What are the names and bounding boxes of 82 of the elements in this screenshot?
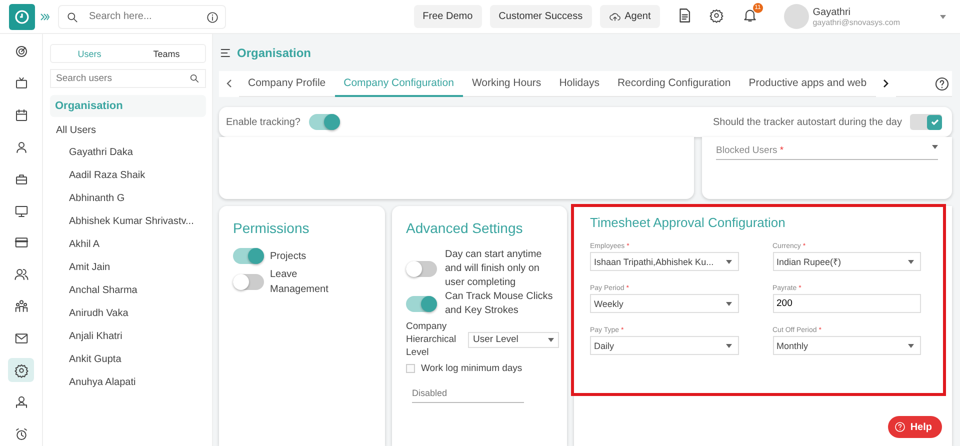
user-list-item[interactable]: Akhil A — [50, 233, 206, 256]
search-icon — [66, 10, 79, 24]
toggle-label: Day can start anytime and will finish only on user completing — [445, 248, 543, 290]
search-field[interactable]: Search here... — [58, 4, 226, 28]
toggle-switch[interactable] — [308, 114, 340, 130]
select-field[interactable]: Ishaan Tripathi,Abhishek Ku... — [590, 252, 738, 271]
user-list-item[interactable]: Ankit Gupta — [50, 348, 206, 371]
cloud-upload-icon — [608, 10, 621, 22]
toggle-label: Projects — [270, 250, 308, 264]
enable-tracking-label: Enable tracking? — [226, 116, 300, 128]
hierarchy-label: Company Hierarchical Level — [406, 320, 458, 359]
user-name: Gayathri — [812, 6, 852, 18]
settings-icon[interactable] — [708, 8, 724, 22]
card-title: Permissions — [233, 220, 310, 236]
tv-icon — [14, 76, 28, 92]
mail-icon — [14, 331, 28, 346]
caret-icon[interactable] — [940, 14, 946, 18]
chevron-left-icon — [226, 79, 232, 88]
user-list-item[interactable]: Aadil Raza Shaik — [50, 164, 206, 187]
help-button[interactable]: Help — [888, 416, 942, 438]
header-button[interactable]: Free Demo — [414, 5, 482, 28]
select-field[interactable]: Daily — [590, 336, 738, 355]
briefcase-icon — [14, 172, 28, 187]
user-list-item[interactable]: Anjali Khatri — [50, 325, 206, 348]
user-email: gayathri@snovasys.com — [812, 18, 900, 26]
select-field[interactable]: Indian Rupee(₹) — [772, 252, 921, 271]
page-tab[interactable]: Recording Configuration — [608, 70, 740, 96]
panel-tab[interactable]: Teams — [128, 45, 205, 62]
autostart-label: Should the tracker autostart during the day — [712, 116, 902, 128]
user-list-item[interactable]: Abhishek Kumar Shrivastv... — [50, 210, 206, 233]
blocked-users-field[interactable]: Blocked Users * — [716, 145, 938, 160]
payrate-field[interactable]: 200 — [772, 294, 921, 313]
person-icon — [14, 394, 28, 410]
calendar-icon — [14, 108, 28, 124]
card-title: Advanced Settings — [406, 220, 524, 236]
page-tab[interactable]: Company Profile — [239, 70, 335, 96]
info-icon[interactable] — [206, 10, 219, 24]
team-icon — [14, 299, 28, 314]
checkbox[interactable] — [406, 364, 415, 373]
user-list-item[interactable]: Gayathri Daka — [50, 141, 206, 164]
toggle-label: Leave Management — [270, 268, 330, 297]
select-field[interactable]: Weekly — [590, 294, 738, 313]
help-icon — [894, 421, 906, 433]
alarm-clock-icon — [14, 426, 28, 442]
page-title: Organisation — [237, 46, 312, 60]
page-tab[interactable]: Productive apps and web — [740, 70, 876, 96]
hierarchy-select[interactable]: User Level — [468, 332, 559, 348]
agent-button[interactable]: Agent — [600, 5, 660, 28]
card-icon — [14, 235, 28, 250]
autostart-checkbox[interactable] — [910, 114, 942, 130]
app-logo[interactable] — [9, 4, 35, 30]
page-tab[interactable]: Holidays — [550, 70, 608, 96]
toggle-label: Can Track Mouse Clicks and Key Strokes — [445, 290, 554, 318]
user-list-item[interactable]: Anchal Sharma — [50, 279, 206, 302]
select-field[interactable]: Monthly — [772, 336, 921, 355]
chevron-right-icon — [882, 79, 889, 88]
expand-icon[interactable] — [40, 12, 50, 20]
toggle-switch[interactable] — [233, 274, 264, 290]
nav-item[interactable] — [8, 358, 34, 382]
checkbox-label: Work log minimum days — [421, 363, 522, 374]
user-search-field[interactable]: Search users — [50, 69, 206, 88]
toggle-switch[interactable] — [406, 296, 437, 312]
page-tab[interactable]: Working Hours — [462, 70, 550, 96]
users-icon — [14, 267, 28, 282]
checkmark-icon — [930, 117, 940, 127]
user-list-item[interactable]: Anuhya Alapati — [50, 371, 206, 394]
target-icon — [14, 44, 28, 60]
card-title: Timesheet Approval Configuration — [590, 215, 786, 230]
monitor-icon — [14, 204, 28, 219]
toggle-switch[interactable] — [233, 248, 264, 264]
search-icon — [189, 73, 200, 84]
all-users-item[interactable]: All Users — [50, 117, 206, 141]
settings-icon — [14, 362, 28, 378]
user-icon — [14, 140, 28, 155]
days-input-field[interactable]: Disabled — [412, 384, 524, 403]
user-list-item[interactable]: Amit Jain — [50, 256, 206, 279]
toggle-switch[interactable] — [406, 261, 437, 277]
header-button[interactable]: Customer Success — [490, 5, 592, 28]
bell-icon[interactable] — [742, 7, 758, 23]
user-list-item[interactable]: Abhinanth G — [50, 187, 206, 210]
help-icon[interactable] — [934, 76, 950, 92]
user-list-item[interactable]: Anirudh Vaka — [50, 302, 206, 325]
